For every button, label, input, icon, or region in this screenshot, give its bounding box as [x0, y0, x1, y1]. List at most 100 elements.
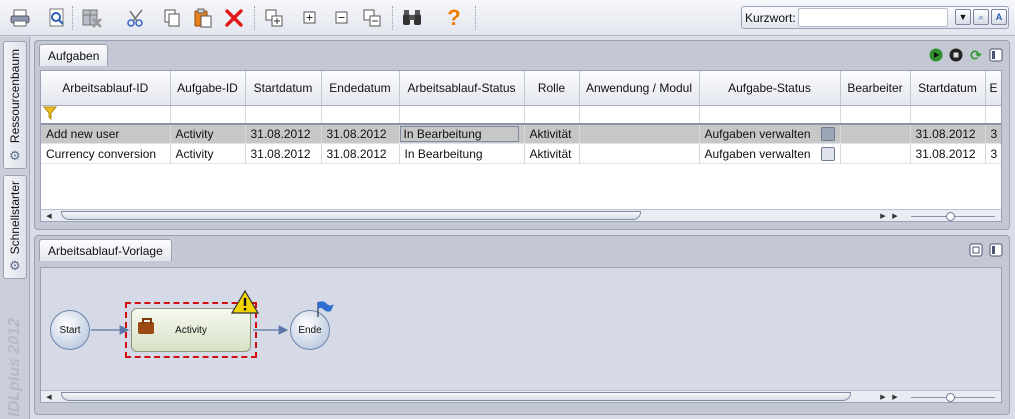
cell-e: 3 — [985, 123, 1001, 144]
cell-start-date-2: 31.08.2012 — [910, 123, 986, 144]
filter-icon[interactable] — [41, 105, 171, 125]
copy-icon[interactable] — [160, 6, 184, 30]
cell-task-id: Activity — [170, 143, 246, 164]
scroll-end-icon[interactable]: ▶ — [889, 391, 901, 402]
col-header-start-date-2[interactable]: Startdatum — [910, 71, 986, 106]
cell-workflow-status: In Bearbeitung — [399, 123, 525, 144]
filter-cell[interactable] — [170, 105, 246, 125]
filter-cell[interactable] — [910, 105, 986, 125]
filter-cell[interactable] — [524, 105, 580, 125]
workflow-template-tab[interactable]: Arbeitsablauf-Vorlage — [39, 239, 172, 261]
maximize-panel-icon[interactable] — [989, 48, 1003, 62]
filter-row — [41, 105, 1001, 125]
maximize-panel-icon[interactable] — [989, 243, 1003, 257]
col-header-workflow-status[interactable]: Arbeitsablauf-Status — [399, 71, 525, 106]
tasks-table: Arbeitsablauf-ID Aufgabe-ID Startdatum E… — [40, 70, 1002, 222]
cell-module — [579, 123, 700, 144]
briefcase-icon — [138, 318, 154, 334]
paste-icon[interactable] — [191, 6, 215, 30]
preview-icon[interactable] — [45, 6, 69, 30]
cell-workflow-id: Currency conversion — [41, 143, 171, 164]
zoom-slider-knob[interactable] — [946, 212, 955, 221]
col-header-task-id[interactable]: Aufgabe-ID — [170, 71, 246, 106]
scroll-left-icon[interactable]: ◀ — [43, 391, 55, 402]
cell-start-date-2: 31.08.2012 — [910, 143, 986, 164]
filter-cell[interactable] — [321, 105, 400, 125]
col-header-workflow-id[interactable]: Arbeitsablauf-ID — [41, 71, 171, 106]
task-status-checkbox[interactable] — [820, 126, 835, 141]
expand-icon[interactable] — [298, 6, 322, 30]
binoculars-icon[interactable] — [400, 6, 424, 30]
keyword-label: Kurzwort: — [745, 11, 796, 25]
table-row[interactable]: Currency conversion Activity 31.08.2012 … — [41, 143, 1001, 164]
cut-icon[interactable] — [124, 6, 148, 30]
filter-cell[interactable] — [840, 105, 911, 125]
col-header-task-status[interactable]: Aufgabe-Status — [699, 71, 841, 106]
cell-task-id: Activity — [170, 123, 246, 144]
scroll-thumb[interactable] — [61, 392, 851, 401]
filter-cell[interactable] — [245, 105, 322, 125]
zoom-slider-knob[interactable] — [946, 393, 955, 402]
keyword-dropdown-icon[interactable]: ▼ — [955, 9, 971, 25]
scroll-left-icon[interactable]: ◀ — [43, 210, 55, 221]
tab-resource-tree[interactable]: Ressourcenbaum ⚙ — [3, 41, 27, 169]
col-header-e[interactable]: E — [985, 71, 1001, 106]
toolbar-separator — [392, 6, 393, 30]
gear-icon: ⚙ — [9, 148, 21, 163]
tab-resource-tree-label: Ressourcenbaum — [8, 48, 22, 144]
cell-start-date: 31.08.2012 — [245, 123, 322, 144]
toolbar-separator — [254, 6, 255, 30]
canvas-horizontal-scrollbar[interactable]: ◀ ▶ ▶ — [41, 390, 1001, 402]
collapse-icon[interactable] — [330, 6, 354, 30]
col-header-end-date[interactable]: Endedatum — [321, 71, 400, 106]
keyword-input[interactable] — [798, 8, 948, 27]
filter-cell[interactable] — [399, 105, 525, 125]
gear-icon: ⚙ — [9, 258, 21, 273]
task-status-checkbox[interactable] — [820, 146, 835, 161]
print-icon[interactable] — [8, 6, 32, 30]
expand-all-icon[interactable] — [262, 6, 286, 30]
warning-icon — [230, 289, 260, 317]
tasks-panel-tab[interactable]: Aufgaben — [39, 44, 109, 66]
flag-icon — [315, 300, 335, 321]
keyword-options-icon[interactable]: A — [991, 9, 1007, 25]
cell-start-date: 31.08.2012 — [245, 143, 322, 164]
scroll-right-icon[interactable]: ▶ — [877, 210, 889, 221]
tab-quickstart[interactable]: Schnellstarter ⚙ — [3, 175, 27, 279]
filter-cell[interactable] — [985, 105, 1001, 125]
col-header-start-date[interactable]: Startdatum — [245, 71, 322, 106]
delete-icon[interactable] — [222, 6, 246, 30]
template-panel-tools — [969, 243, 1003, 257]
stop-icon[interactable] — [949, 48, 963, 62]
cell-task-status: Aufgaben verwalten — [699, 143, 841, 164]
workflow-canvas[interactable]: Start Activity Ende ◀ ▶ ▶ — [40, 267, 1002, 403]
cell-end-date: 31.08.2012 — [321, 143, 400, 164]
collapse-all-icon[interactable] — [360, 6, 384, 30]
scroll-thumb[interactable] — [61, 211, 641, 220]
help-icon[interactable]: ? — [442, 5, 466, 30]
tasks-horizontal-scrollbar[interactable]: ◀ ▶ ▶ — [41, 209, 1001, 221]
col-header-editor[interactable]: Bearbeiter — [840, 71, 911, 106]
cell-role: Aktivität — [524, 123, 580, 144]
scroll-end-icon[interactable]: ▶ — [889, 210, 901, 221]
task-status-value: Aufgaben verwalten — [704, 146, 811, 161]
start-node[interactable]: Start — [50, 310, 90, 350]
main-toolbar: ? Kurzwort: ▼ ⌕ A — [0, 0, 1015, 36]
table-row[interactable]: Add new user Activity 31.08.2012 31.08.2… — [41, 123, 1001, 144]
refresh-icon[interactable]: ⟳ — [969, 47, 983, 63]
col-header-role[interactable]: Rolle — [524, 71, 580, 106]
fit-to-view-icon[interactable] — [969, 243, 983, 257]
delete-column-icon[interactable] — [80, 6, 104, 30]
scroll-right-icon[interactable]: ▶ — [877, 391, 889, 402]
play-icon[interactable] — [929, 48, 943, 62]
filter-cell[interactable] — [579, 105, 700, 125]
task-status-value: Aufgaben verwalten — [704, 126, 811, 141]
keyword-search-icon[interactable]: ⌕ — [973, 9, 989, 25]
cell-workflow-status: In Bearbeitung — [399, 143, 525, 164]
toolbar-separator — [72, 6, 73, 30]
col-header-module[interactable]: Anwendung / Modul — [579, 71, 700, 106]
filter-cell[interactable] — [699, 105, 841, 125]
cell-module — [579, 143, 700, 164]
cell-end-date: 31.08.2012 — [321, 123, 400, 144]
tab-quickstart-label: Schnellstarter — [8, 181, 22, 255]
